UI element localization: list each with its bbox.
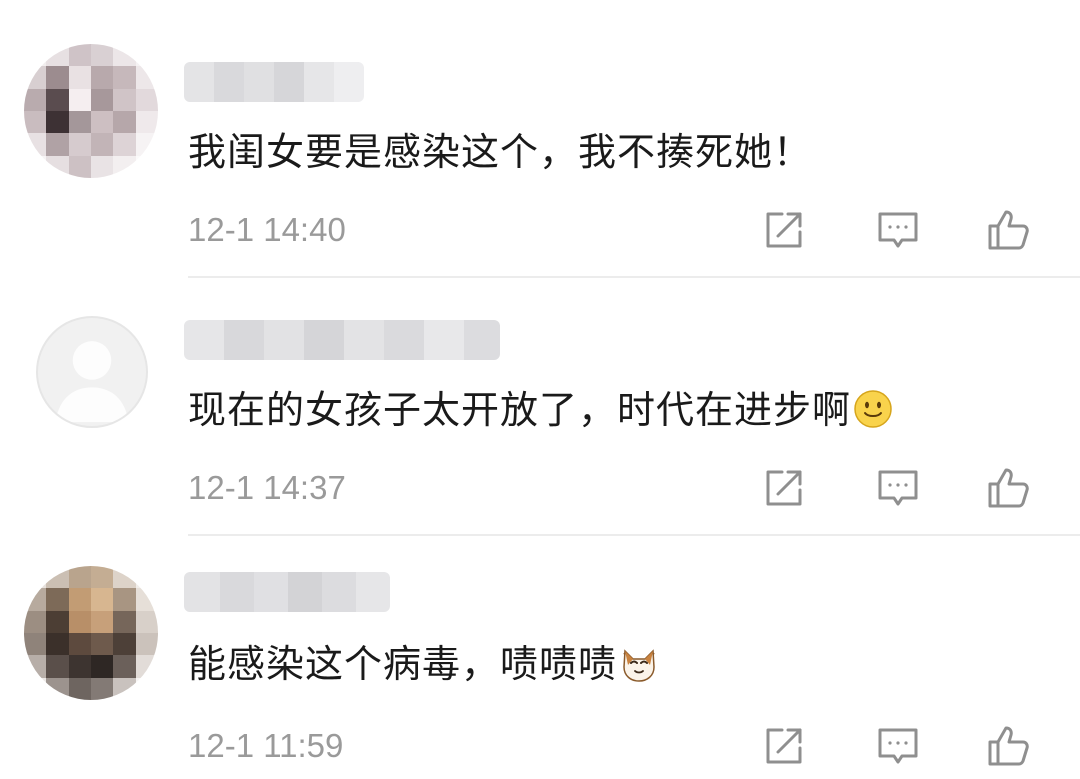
- comment-text: 我闺女要是感染这个，我不揍死她！: [188, 130, 813, 174]
- thumbs-up-icon[interactable]: [986, 464, 1034, 512]
- comment-icon[interactable]: [874, 722, 922, 770]
- username-blurred[interactable]: [184, 62, 364, 102]
- comment-icon[interactable]: [874, 206, 922, 254]
- thumbs-up-icon[interactable]: [986, 206, 1034, 254]
- comment-timestamp: 12-1 14:40: [188, 211, 346, 248]
- comment-icon[interactable]: [874, 464, 922, 512]
- comment-text: 能感染这个病毒，啧啧啧: [188, 636, 659, 692]
- avatar[interactable]: [24, 44, 158, 178]
- smile-emoji: [853, 388, 893, 428]
- repost-icon[interactable]: [760, 206, 808, 254]
- comment-item: 能感染这个病毒，啧啧啧 12-1 11:59: [0, 516, 1080, 774]
- username-blurred[interactable]: [184, 320, 500, 360]
- avatar-default[interactable]: [36, 316, 148, 428]
- thumbs-up-icon[interactable]: [986, 722, 1034, 770]
- avatar[interactable]: [24, 566, 158, 700]
- repost-icon[interactable]: [760, 464, 808, 512]
- comment-item: 现在的女孩子太开放了，时代在进步啊 12-1 14:37: [0, 258, 1080, 536]
- comment-item: 我闺女要是感染这个，我不揍死她！ 12-1 14:40: [0, 0, 1080, 278]
- comment-timestamp: 12-1 11:59: [188, 727, 344, 764]
- repost-icon[interactable]: [760, 722, 808, 770]
- comment-text: 现在的女孩子太开放了，时代在进步啊: [188, 382, 893, 438]
- username-blurred[interactable]: [184, 572, 390, 612]
- comment-timestamp: 12-1 14:37: [188, 469, 346, 506]
- cat-emoji: [619, 642, 659, 682]
